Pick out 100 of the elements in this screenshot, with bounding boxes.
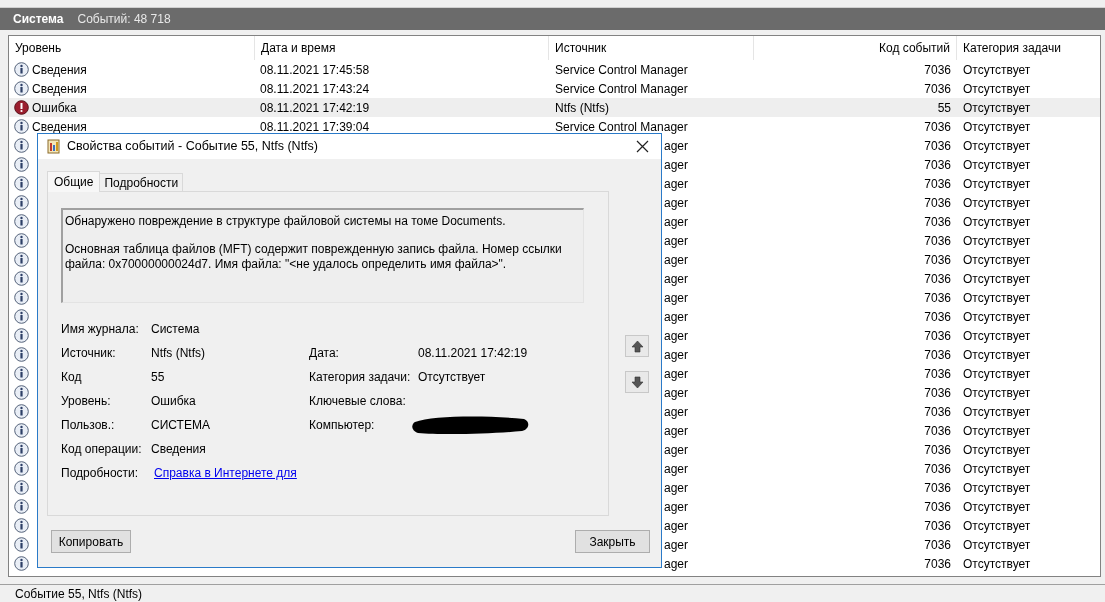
- field-value: Сведения: [151, 442, 206, 456]
- table-cell-text: 7036: [924, 555, 951, 573]
- table-cell-text: 7036: [924, 156, 951, 174]
- table-cell: Отсутствует: [963, 480, 1031, 495]
- field-label: Пользов.:: [61, 417, 116, 434]
- table-cell: Ntfs (Ntfs): [555, 100, 609, 115]
- field-value: Отсутствует: [418, 370, 486, 384]
- table-cell: ager: [664, 328, 689, 343]
- table-cell: 08.11.2021 17:43:24: [260, 81, 370, 96]
- table-cell: Отсутствует: [963, 518, 1031, 533]
- table-cell: Отсутствует: [963, 461, 1031, 476]
- table-cell-text: 7036: [924, 422, 951, 440]
- table-cell-text: 7036: [924, 118, 951, 136]
- field-label: Код операции:: [61, 441, 143, 458]
- table-cell-text: 7036: [924, 308, 951, 326]
- table-cell: ager: [664, 233, 689, 248]
- table-cell-text: Сведения: [32, 80, 87, 98]
- table-cell: Отсутствует: [963, 62, 1031, 77]
- table-cell: ager: [664, 537, 689, 552]
- table-cell: 08.11.2021 17:39:04: [260, 119, 370, 134]
- table-cell: Отсутствует: [963, 556, 1031, 571]
- table-cell: ager: [664, 176, 689, 191]
- table-cell: ager: [664, 214, 689, 229]
- table-cell: ager: [664, 518, 689, 533]
- table-cell: ager: [664, 480, 689, 495]
- table-cell: Отсутствует: [963, 195, 1031, 210]
- table-cell: Отсутствует: [963, 347, 1031, 362]
- table-cell: Отсутствует: [963, 404, 1031, 419]
- table-cell-text: Сведения: [32, 61, 87, 79]
- message-text: Обнаружено повреждение в структуре файловой системы на томе Documents.: [65, 214, 507, 229]
- table-cell: Service Control Manager: [555, 119, 688, 134]
- table-cell: Отсутствует: [963, 442, 1031, 457]
- field-label: Имя журнала:: [61, 321, 140, 338]
- field-label: Уровень:: [61, 393, 112, 410]
- table-cell: ager: [664, 499, 689, 514]
- table-cell-text: 7036: [924, 80, 951, 98]
- table-cell-text: 7036: [924, 498, 951, 516]
- table-cell-text: 7036: [924, 137, 951, 155]
- table-cell: Отсутствует: [963, 366, 1031, 381]
- status-text: Событие 55, Ntfs (Ntfs): [15, 585, 143, 602]
- table-cell: Отсутствует: [963, 157, 1031, 172]
- table-cell: ager: [664, 271, 689, 286]
- table-cell-text: 7036: [924, 270, 951, 288]
- field-label: Код: [61, 369, 83, 386]
- field-label: Категория задачи:: [309, 370, 411, 384]
- table-cell: ager: [664, 157, 689, 172]
- table-cell-text: 7036: [924, 346, 951, 364]
- table-cell-text: 7036: [924, 289, 951, 307]
- table-cell: Отсутствует: [963, 176, 1031, 191]
- table-cell: Отсутствует: [963, 252, 1031, 267]
- field-label: Ключевые слова:: [309, 394, 406, 408]
- table-cell: Отсутствует: [963, 290, 1031, 305]
- field-label: Дата:: [309, 346, 339, 360]
- table-cell-text: 55: [937, 99, 951, 117]
- table-cell: ager: [664, 461, 689, 476]
- table-cell: Отсутствует: [963, 309, 1031, 324]
- table-cell: 08.11.2021 17:42:19: [260, 100, 370, 115]
- log-title: Система: [13, 11, 64, 28]
- table-cell-text: Ошибка: [32, 99, 77, 117]
- table-cell-text: 7036: [924, 460, 951, 478]
- table-cell-text: 7036: [924, 251, 951, 269]
- table-cell: 08.11.2021 17:45:58: [260, 62, 370, 77]
- table-cell-text: 7036: [924, 536, 951, 554]
- table-cell-text: 7036: [924, 327, 951, 345]
- field-value: Система: [151, 322, 200, 336]
- field-label: Подробности:: [61, 465, 140, 482]
- table-cell-text: 7036: [924, 479, 951, 497]
- event-count: Событий: 48 718: [77, 11, 171, 28]
- field-label: Источник:: [61, 345, 117, 362]
- table-cell: Отсутствует: [963, 328, 1031, 343]
- table-cell: Отсутствует: [963, 119, 1031, 134]
- table-cell: ager: [664, 347, 689, 362]
- dialog-title: Свойства событий - Событие 55, Ntfs (Ntfs): [67, 138, 318, 156]
- table-cell-text: 7036: [924, 213, 951, 231]
- table-cell: ager: [664, 309, 689, 324]
- field-value: Ошибка: [151, 394, 196, 408]
- field-value: СИСТЕМА: [151, 418, 210, 432]
- table-cell: ager: [664, 423, 689, 438]
- table-cell: Отсутствует: [963, 100, 1031, 115]
- table-cell-text: 7036: [924, 441, 951, 459]
- table-cell-text: 7036: [924, 384, 951, 402]
- table-cell-text: 7036: [924, 365, 951, 383]
- table-cell-text: Сведения: [32, 118, 87, 136]
- message-text: Основная таблица файлов (MFT) содержит поврежденную запись файла. Номер ссылки файла: 0x70000000024d7. Имя файла: "<не удалось определить имя файла>".: [65, 242, 563, 272]
- table-cell: ager: [664, 138, 689, 153]
- field-label: Компьютер:: [309, 418, 375, 432]
- table-cell-text: 7036: [924, 194, 951, 212]
- table-cell: ager: [664, 404, 689, 419]
- table-cell: ager: [664, 366, 689, 381]
- field-value: 55: [151, 370, 165, 384]
- table-cell: Отсутствует: [963, 499, 1031, 514]
- table-cell: Отсутствует: [963, 537, 1031, 552]
- table-cell: Отсутствует: [963, 233, 1031, 248]
- table-cell: Отсутствует: [963, 138, 1031, 153]
- table-cell-text: 7036: [924, 517, 951, 535]
- table-cell: Отсутствует: [963, 385, 1031, 400]
- table-cell: ager: [664, 290, 689, 305]
- table-cell: Отсутствует: [963, 214, 1031, 229]
- field-value: Ntfs (Ntfs): [151, 346, 205, 360]
- table-cell-text: 7036: [924, 61, 951, 79]
